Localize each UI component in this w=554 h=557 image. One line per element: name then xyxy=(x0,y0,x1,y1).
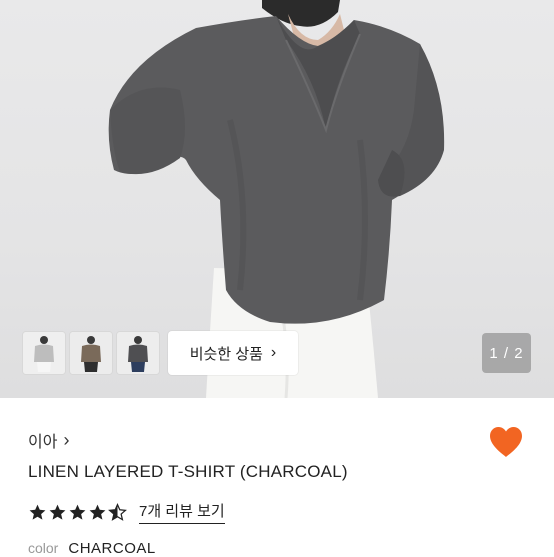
option-value: CHARCOAL xyxy=(68,540,156,557)
option-label: color xyxy=(28,540,59,556)
chevron-right-icon: › xyxy=(63,430,70,450)
thumbnail-light-gray[interactable] xyxy=(22,331,66,375)
product-image-gallery[interactable]: 비슷한 상품 › 1 / 2 xyxy=(0,0,554,398)
product-title: LINEN LAYERED T-SHIRT (CHARCOAL) xyxy=(28,462,348,481)
star-full-icon xyxy=(49,504,66,520)
similar-products-button[interactable]: 비슷한 상품 › xyxy=(168,331,298,375)
shop-name: 이아 xyxy=(28,434,58,451)
star-rating xyxy=(28,502,127,522)
thumbnail-brown[interactable] xyxy=(69,331,113,375)
color-option-row: color CHARCOAL xyxy=(28,540,156,557)
review-link[interactable]: 7개 리뷰 보기 xyxy=(139,500,225,524)
star-half-icon xyxy=(108,502,127,521)
chevron-right-icon: › xyxy=(270,344,277,361)
image-pager-indicator: 1 / 2 xyxy=(482,333,531,373)
thumbnail-charcoal[interactable] xyxy=(116,331,160,375)
star-full-icon xyxy=(89,504,106,520)
star-full-icon xyxy=(29,504,46,520)
favorite-heart-icon[interactable] xyxy=(488,426,524,458)
rating-row: 7개 리뷰 보기 xyxy=(28,500,225,524)
star-full-icon xyxy=(69,504,86,520)
shop-link[interactable]: 이아 › xyxy=(28,428,69,452)
thumbnail-strip xyxy=(22,331,160,375)
similar-products-label: 비슷한 상품 xyxy=(189,345,263,363)
